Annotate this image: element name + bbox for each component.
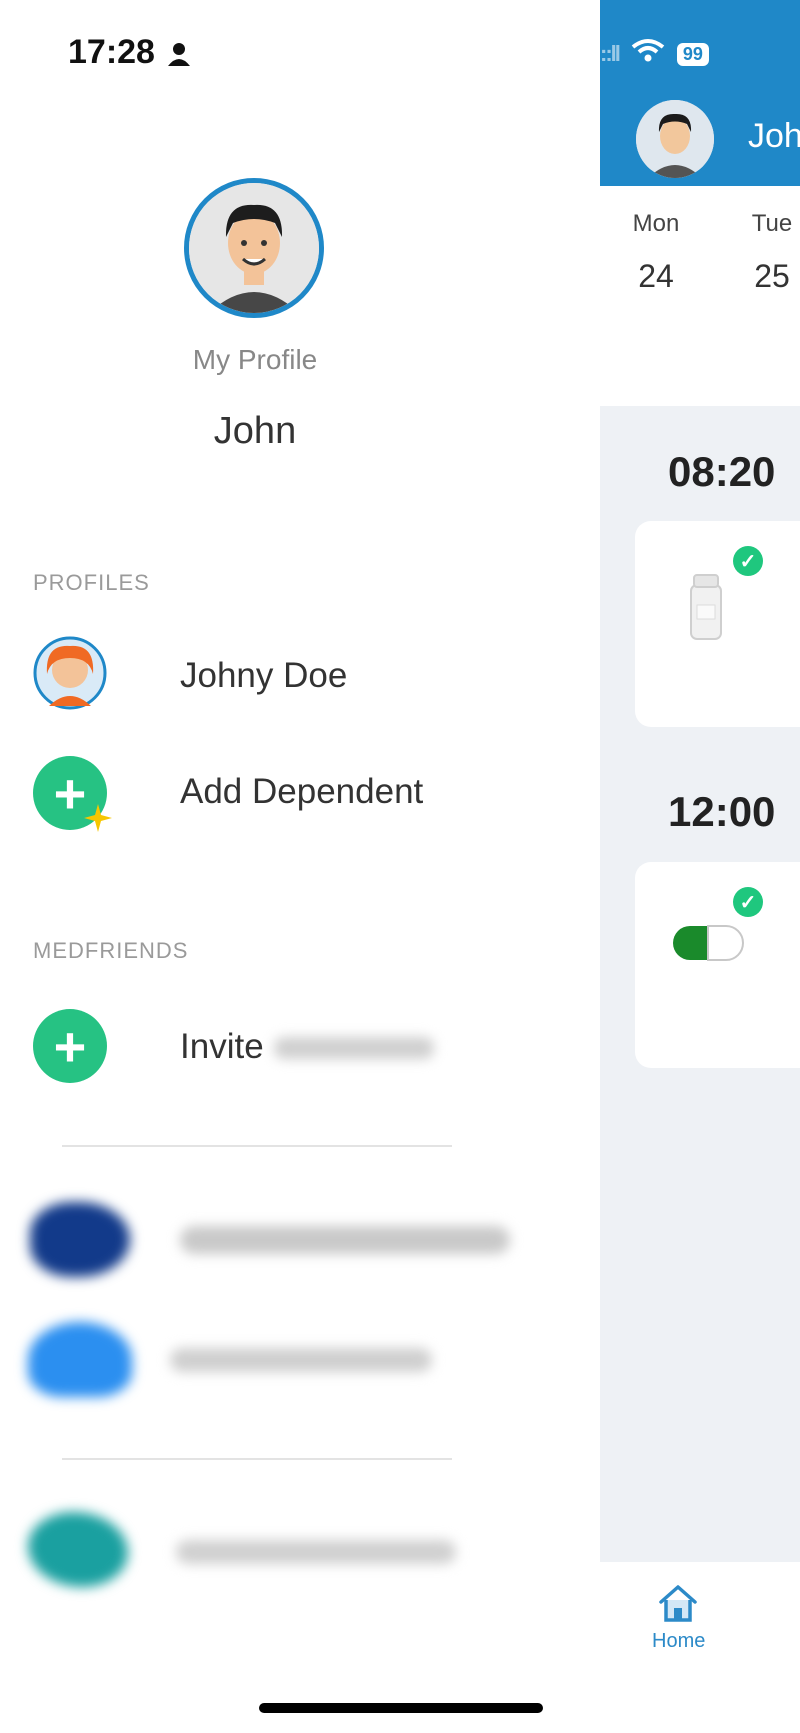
medfriend-item[interactable] bbox=[0, 1310, 600, 1410]
medfriend-item[interactable] bbox=[0, 1500, 600, 1600]
header-title: Joh bbox=[748, 117, 800, 155]
add-dependent-label: Add Dependent bbox=[180, 772, 424, 811]
day-name: Tue bbox=[751, 210, 793, 237]
add-dependent-button[interactable]: + Add Dependent bbox=[0, 748, 600, 838]
day-item[interactable]: Mon 24 bbox=[626, 210, 686, 295]
profile-item[interactable]: Johny Doe bbox=[0, 630, 600, 720]
app-header: ::ll 99 Joh bbox=[600, 0, 800, 186]
medfriends-section-title: MEDFRIENDS bbox=[33, 938, 189, 963]
blurred-avatar bbox=[28, 1322, 132, 1397]
redacted-text bbox=[274, 1037, 434, 1059]
medication-card[interactable]: ✓ bbox=[635, 521, 800, 727]
invite-label: Invite bbox=[180, 1027, 264, 1066]
schedule-time: 08:20 bbox=[668, 448, 776, 495]
battery-indicator: 99 bbox=[676, 42, 709, 66]
invite-button[interactable]: + Invite bbox=[0, 1005, 600, 1095]
status-time: 17:28 bbox=[68, 33, 191, 72]
day-date: 25 bbox=[754, 258, 790, 294]
sparkle-icon bbox=[84, 804, 112, 837]
divider bbox=[62, 1145, 452, 1147]
taken-check-icon: ✓ bbox=[733, 546, 763, 576]
header-avatar[interactable] bbox=[636, 100, 714, 178]
status-icons: ::ll 99 bbox=[600, 36, 709, 72]
day-item[interactable]: Tue 25 bbox=[742, 210, 800, 295]
profile-avatar bbox=[33, 636, 107, 715]
day-date: 24 bbox=[638, 258, 674, 294]
day-name: Mon bbox=[632, 210, 680, 237]
my-profile-avatar[interactable] bbox=[184, 178, 324, 318]
home-screen: ::ll 99 Joh Mon 24 Tue 25 08:20 ✓ 12:00 … bbox=[600, 0, 800, 1733]
home-icon bbox=[657, 1582, 699, 1629]
person-icon bbox=[168, 33, 191, 71]
tab-home-label: Home bbox=[652, 1630, 706, 1652]
redacted-text bbox=[170, 1348, 432, 1372]
schedule-time: 12:00 bbox=[668, 788, 776, 835]
add-icon: + bbox=[33, 1009, 107, 1083]
divider bbox=[62, 1458, 452, 1460]
wifi-icon bbox=[631, 38, 665, 70]
my-profile-name[interactable]: John bbox=[0, 410, 510, 453]
bottom-tab-bar: Home bbox=[600, 1562, 800, 1733]
my-profile-label: My Profile bbox=[192, 344, 318, 375]
medfriend-item[interactable] bbox=[0, 1190, 600, 1290]
medication-card[interactable]: ✓ bbox=[635, 862, 800, 1068]
home-indicator bbox=[259, 1703, 543, 1713]
week-strip: Mon 24 Tue 25 bbox=[600, 186, 800, 406]
redacted-text bbox=[180, 1226, 510, 1254]
blurred-avatar bbox=[30, 1202, 130, 1277]
taken-check-icon: ✓ bbox=[733, 887, 763, 917]
tab-home[interactable]: Home bbox=[640, 1582, 740, 1682]
redacted-text bbox=[176, 1540, 456, 1564]
clock-text: 17:28 bbox=[68, 33, 155, 71]
side-drawer: 17:28 My Profile John PROFILES Johny Doe… bbox=[0, 0, 600, 1733]
profiles-section-title: PROFILES bbox=[33, 570, 150, 595]
cellular-signal-icon: ::ll bbox=[600, 41, 621, 66]
blurred-avatar bbox=[28, 1512, 128, 1587]
pill-bottle-icon bbox=[685, 569, 727, 646]
capsule-icon bbox=[671, 924, 745, 967]
profile-name: Johny Doe bbox=[180, 656, 348, 695]
